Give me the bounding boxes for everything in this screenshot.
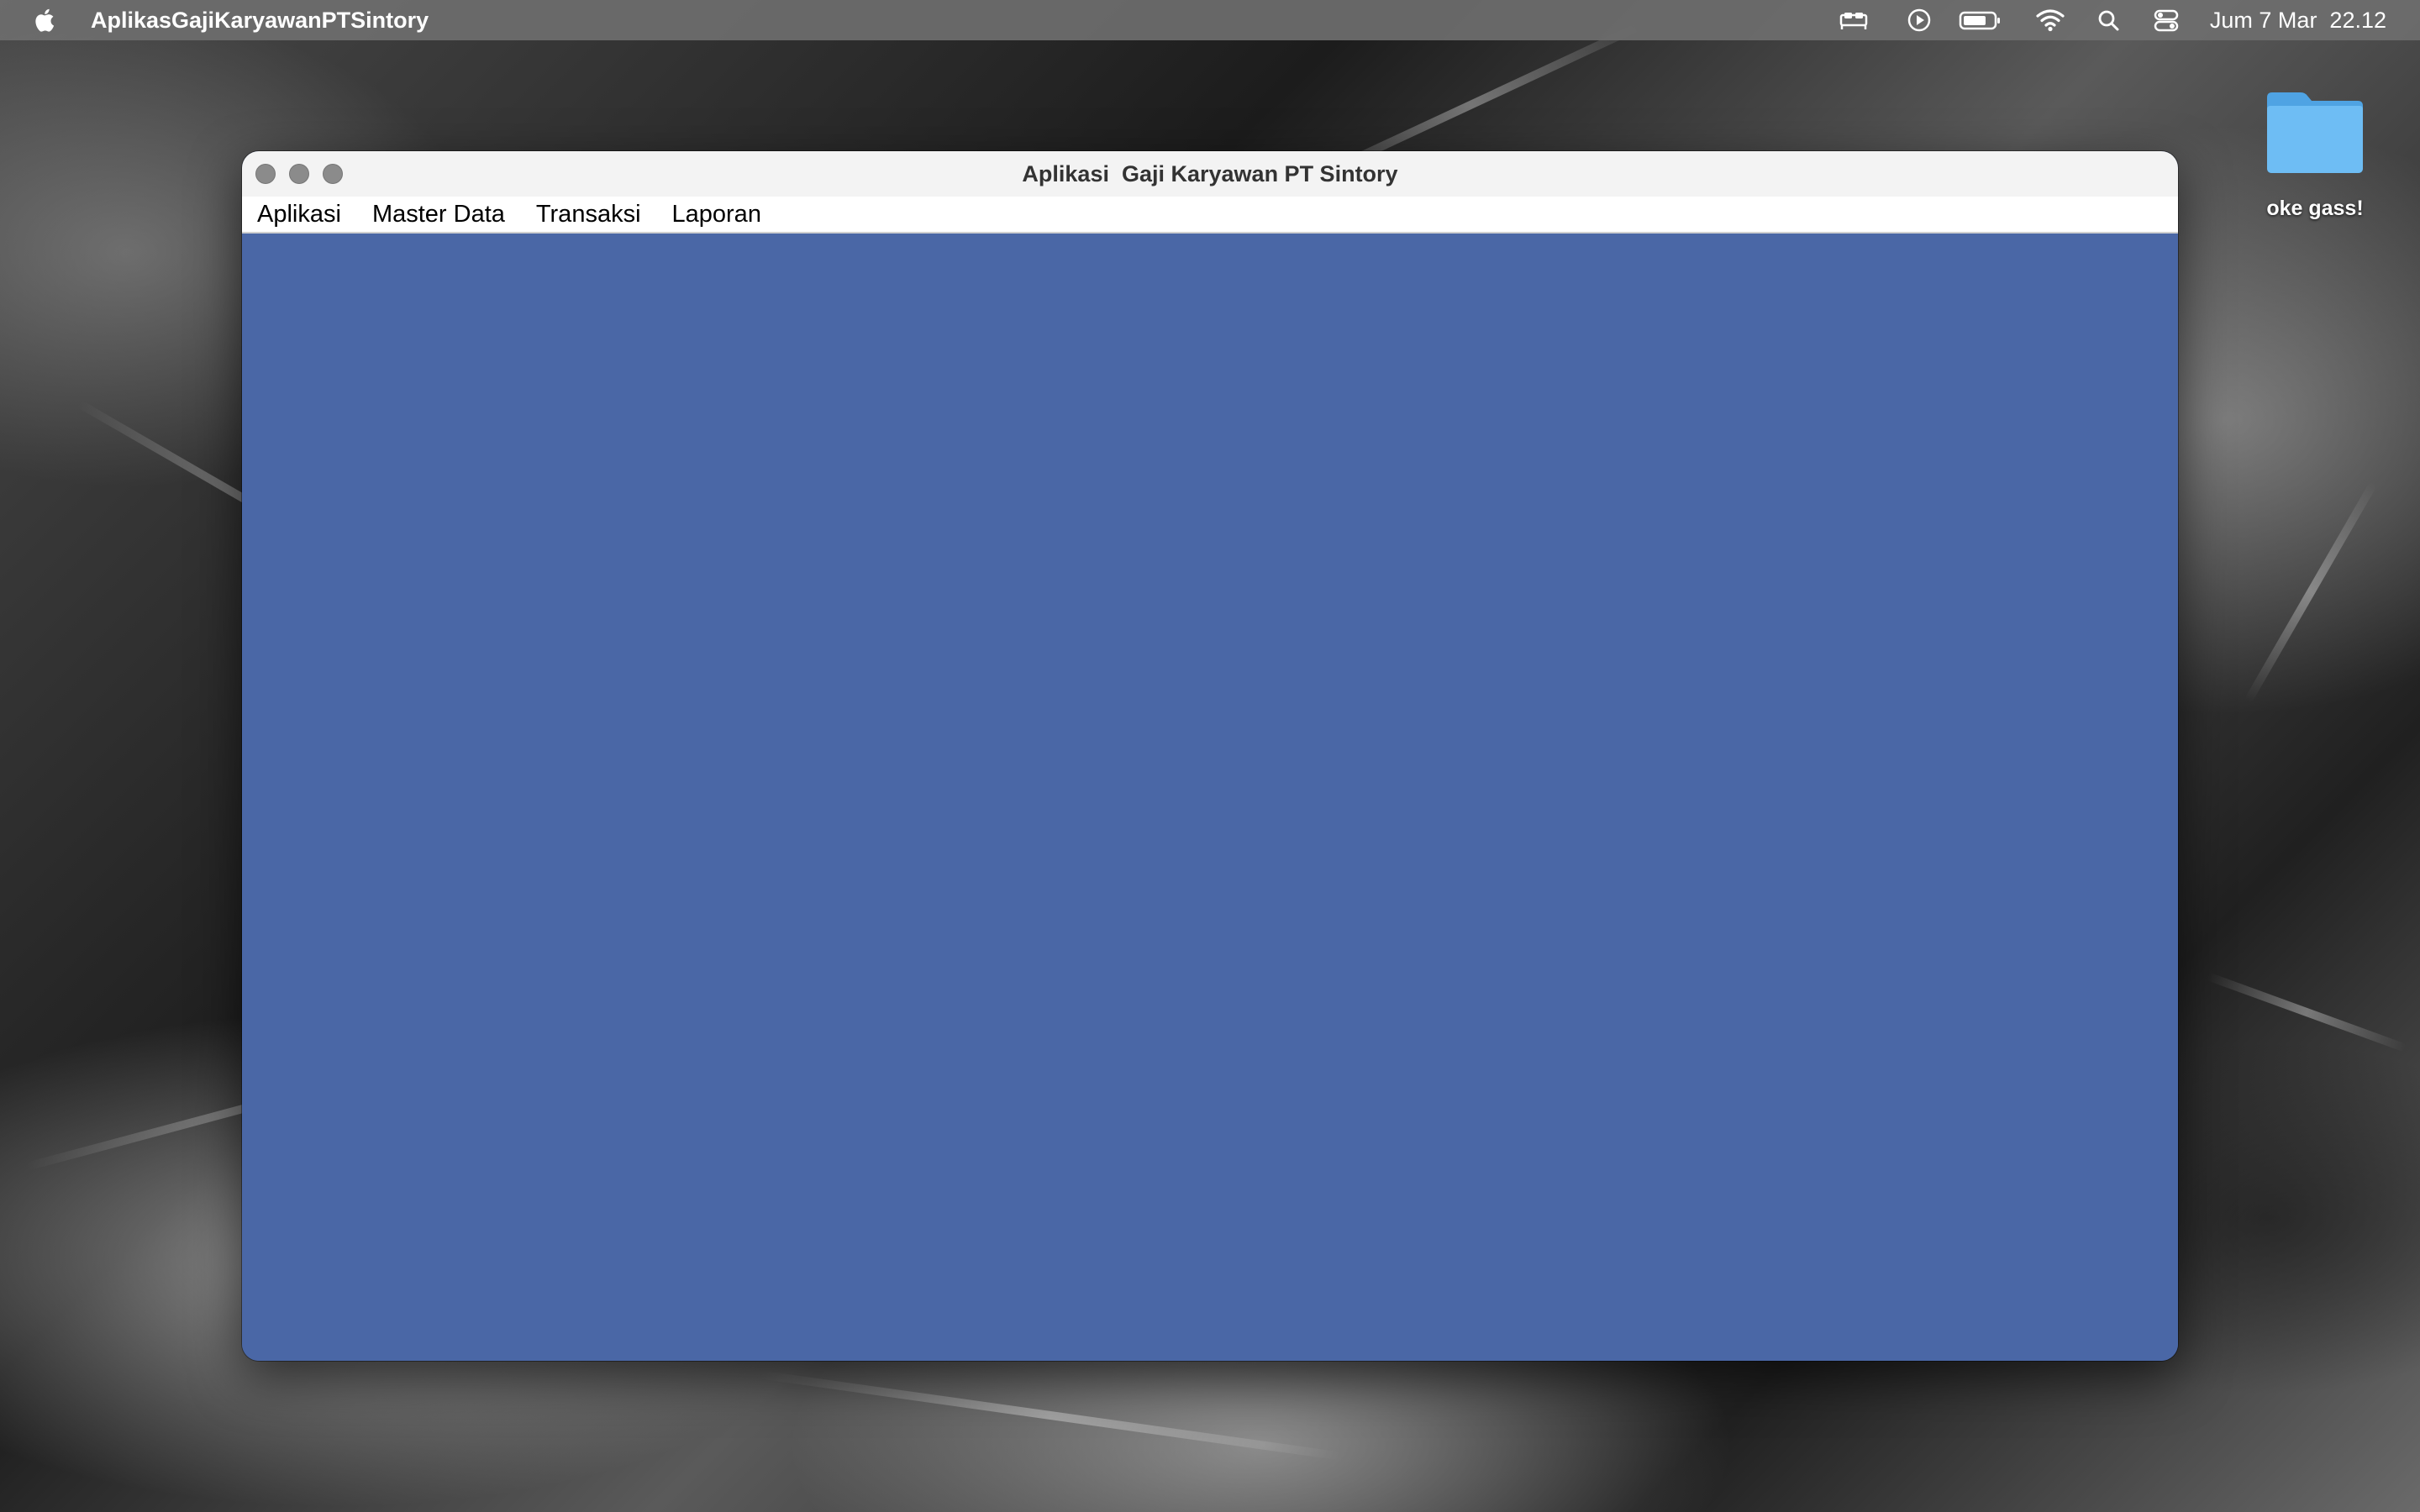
menu-aplikasi[interactable]: Aplikasi <box>257 197 341 231</box>
apple-icon[interactable] <box>34 7 59 34</box>
battery-icon[interactable] <box>1958 7 2002 34</box>
wallpaper-streak <box>2244 480 2378 704</box>
system-menu-bar: AplikasGajiKaryawanPTSintory Jum 7 Mar 2… <box>0 0 2420 40</box>
desktop-folder[interactable]: oke gass! <box>2252 84 2378 235</box>
menu-laporan[interactable]: Laporan <box>672 197 761 231</box>
folder-label: oke gass! <box>2266 197 2364 220</box>
app-window: Aplikasi Gaji Karyawan PT Sintory Aplika… <box>242 151 2178 1361</box>
desktop-pane <box>242 234 2178 1361</box>
window-title: Aplikasi Gaji Karyawan PT Sintory <box>1022 161 1398 186</box>
control-center-icon[interactable] <box>2151 7 2181 34</box>
menu-transaksi[interactable]: Transaksi <box>536 197 641 231</box>
wifi-icon[interactable] <box>2035 7 2065 34</box>
sleep-icon[interactable] <box>1839 7 1869 34</box>
wallpaper-streak <box>2206 972 2407 1053</box>
play-icon[interactable] <box>1904 7 1934 34</box>
app-menu-bar: Aplikasi Master Data Transaksi Laporan <box>242 197 2178 234</box>
search-icon[interactable] <box>2094 7 2124 34</box>
menu-master-data[interactable]: Master Data <box>372 197 505 231</box>
folder-icon <box>2267 92 2363 173</box>
window-titlebar[interactable]: Aplikasi Gaji Karyawan PT Sintory <box>242 151 2178 197</box>
wallpaper-streak <box>758 1370 1343 1461</box>
active-app-name[interactable]: AplikasGajiKaryawanPTSintory <box>91 7 429 34</box>
menu-bar-clock[interactable]: Jum 7 Mar 22.12 <box>2210 7 2386 34</box>
